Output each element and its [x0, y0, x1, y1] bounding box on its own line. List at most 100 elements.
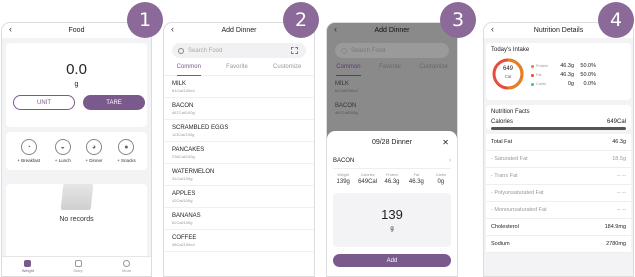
- sheet-title: 09/28 Dinner ✕: [371, 138, 449, 147]
- todays-intake-card: Today's Intake 649 Cal Protein 46.3g 50.0%…: [486, 43, 631, 100]
- nutrition-facts-list: Total Fat 46.3g - Saturated Fat 18.5g - Tr…: [486, 134, 631, 253]
- calorie-ring: 649 Cal: [491, 57, 525, 96]
- add-button[interactable]: Add: [333, 254, 451, 267]
- list-item[interactable]: APPLES 42Cal/100g: [164, 186, 314, 208]
- quantity-field[interactable]: 139 g: [333, 193, 451, 247]
- calories-row: Calories 649Cal: [491, 119, 626, 125]
- close-icon[interactable]: ✕: [442, 138, 449, 147]
- breakfast-icon: ◔: [20, 139, 37, 155]
- list-item[interactable]: BANANAS 62Cal/100g: [164, 208, 314, 230]
- list-item[interactable]: MILK 61Cal/100ml: [164, 76, 314, 98]
- chevron-right-icon: ›: [449, 158, 451, 164]
- dimmed-background: ‹ Add Dinner Search Food Common Favorite…: [327, 23, 457, 141]
- add-lunch-button[interactable]: ◒ + Lunch: [55, 139, 71, 163]
- add-snacks-button[interactable]: ● + Snacks: [117, 139, 136, 163]
- fact-row: - Trans Fat -- --: [486, 168, 631, 185]
- more-icon: [123, 260, 131, 267]
- search-icon: [178, 47, 184, 54]
- add-dinner-button[interactable]: ◕ + Dinner: [85, 139, 103, 163]
- fact-row: - Saturated Fat 18.5g: [486, 151, 631, 168]
- add-breakfast-button[interactable]: ◔ + Breakfast: [17, 139, 40, 163]
- tab-common: Common: [336, 64, 361, 76]
- page-title: Food: [68, 27, 85, 34]
- intake-title: Today's Intake: [491, 47, 530, 53]
- fact-row: Total Fat 46.3g: [486, 134, 631, 151]
- carbs-dot-icon: [531, 82, 534, 86]
- tab-common[interactable]: Common: [176, 64, 201, 76]
- tab-favorite: Favorite: [379, 64, 401, 70]
- food-tabs: Common Favorite Customize: [327, 64, 457, 76]
- snacks-icon: ●: [118, 139, 135, 155]
- empty-box-icon: [60, 184, 93, 210]
- ring-unit: Cal: [504, 74, 512, 79]
- header: ‹ Add Dinner: [327, 23, 457, 38]
- unit-button[interactable]: UNIT: [13, 95, 75, 110]
- tab-favorite[interactable]: Favorite: [226, 64, 248, 75]
- macro-breakdown: Protein 46.3g 50.0% Fat 46.3g 50.0% Carbs 0g 0…: [531, 63, 626, 90]
- calories-bar: [491, 127, 626, 130]
- fact-row: - Polyunsaturated Fat -- --: [486, 185, 631, 202]
- empty-text: No records: [59, 216, 94, 223]
- weight-unit: g: [74, 81, 79, 88]
- screen-food: ‹ Food 0.0 g UNIT TARE ◔ + Breakfast ◒ + L…: [1, 22, 152, 277]
- weight-card: 0.0 g UNIT TARE: [6, 43, 147, 127]
- weight-icon: [24, 260, 32, 267]
- nutrition-facts-card: Nutrition Facts Calories 649Cal: [486, 105, 631, 130]
- tare-button[interactable]: TARE: [83, 95, 145, 110]
- list-item[interactable]: COFFEE 38Cal/100ml: [164, 230, 314, 252]
- quantity-value: 139: [381, 207, 403, 222]
- selected-food[interactable]: BACON ›: [333, 158, 451, 169]
- fact-row: Sodium 2780mg: [486, 236, 631, 253]
- list-item: MILK 61Cal/100ml: [327, 76, 457, 98]
- lunch-icon: ◒: [54, 139, 71, 155]
- list-item[interactable]: WATERMELON 31Cal/100g: [164, 164, 314, 186]
- tab-weight[interactable]: Weight: [22, 260, 34, 273]
- tab-customize[interactable]: Customize: [273, 64, 301, 75]
- step-badge-3: 3: [440, 2, 476, 38]
- diary-icon: [74, 260, 82, 267]
- macro-row: Carbs 0g 0.0%: [531, 81, 626, 87]
- list-item: BACON 467Cal/100g: [327, 98, 457, 120]
- fat-dot-icon: [531, 73, 534, 77]
- back-icon: ‹: [334, 24, 337, 34]
- ring-value: 649: [502, 66, 513, 72]
- scan-icon[interactable]: [291, 47, 298, 54]
- back-icon[interactable]: ‹: [171, 24, 174, 34]
- screen-add-dinner: ‹ Add Dinner Search Food Common Favorite…: [163, 22, 315, 277]
- screen-nutrition-details: ‹ Nutrition Details Today's Intake 649 C…: [483, 22, 634, 277]
- macro-row: Protein 46.3g 50.0%: [531, 63, 626, 69]
- fact-row: - Monounsaturated Fat -- --: [486, 202, 631, 219]
- protein-dot-icon: [531, 64, 534, 68]
- meal-buttons: ◔ + Breakfast ◒ + Lunch ◕ + Dinner ● + Snack…: [6, 132, 147, 170]
- fact-row: Cholesterol 184.9mg: [486, 219, 631, 236]
- search-input[interactable]: Search Food: [172, 43, 306, 58]
- list-item[interactable]: PANCAKES 238Cal/100g: [164, 142, 314, 164]
- step-badge-1: 1: [127, 2, 163, 38]
- macro-row: Fat 46.3g 50.0%: [531, 72, 626, 78]
- list-item[interactable]: SCRAMBLED EGGS 113Cal/100g: [164, 120, 314, 142]
- records-empty-state: No records: [6, 184, 147, 266]
- search-icon: [341, 47, 347, 54]
- tab-customize: Customize: [419, 64, 448, 70]
- nutrient-summary: Weight 139g Calories 649Cal Protein 46.3g F…: [336, 173, 446, 185]
- weight-value: 0.0: [66, 61, 87, 78]
- food-tabs: Common Favorite Customize: [164, 64, 314, 76]
- screen-add-dinner-sheet: ‹ Add Dinner Search Food Common Favorite…: [326, 22, 458, 277]
- search-placeholder: Search Food: [188, 47, 223, 54]
- list-item[interactable]: BACON 467Cal/100g: [164, 98, 314, 120]
- tab-diary[interactable]: Diary: [73, 260, 83, 273]
- step-badge-2: 2: [283, 2, 319, 38]
- bottom-tab-bar: Weight Diary More: [2, 256, 151, 276]
- add-food-sheet: 09/28 Dinner ✕ BACON › Weight 139g Calori…: [327, 131, 457, 276]
- page-title: Add Dinner: [374, 27, 410, 34]
- quantity-unit: g: [390, 226, 394, 232]
- page-title: Add Dinner: [221, 27, 257, 34]
- dinner-icon: ◕: [85, 139, 102, 155]
- back-icon[interactable]: ‹: [491, 24, 494, 34]
- food-list: MILK 61Cal/100ml BACON 467Cal/100g SCRAMBL…: [164, 76, 314, 252]
- tab-more[interactable]: More: [122, 260, 131, 273]
- search-input: Search Food: [335, 43, 449, 58]
- step-badge-4: 4: [598, 2, 634, 38]
- back-icon[interactable]: ‹: [9, 24, 12, 34]
- page-title: Nutrition Details: [533, 27, 584, 34]
